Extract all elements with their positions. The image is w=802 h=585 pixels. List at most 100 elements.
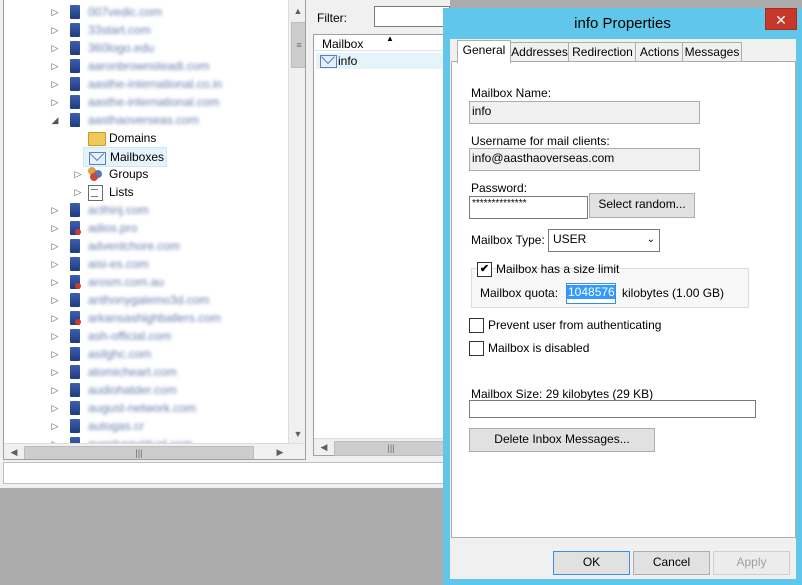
quota-label: Mailbox quota: bbox=[480, 286, 559, 300]
size-limit-checkbox[interactable]: ✔ bbox=[477, 262, 492, 277]
tree-domain-item[interactable]: ▷ 007vedic.com bbox=[4, 3, 287, 21]
expand-icon[interactable]: ▷ bbox=[50, 309, 60, 327]
tree-item-label: Lists bbox=[109, 185, 134, 199]
tree-domain-item[interactable]: ▷ aisi-es.com bbox=[4, 255, 287, 273]
list-hscroll-thumb[interactable]: ||| bbox=[334, 441, 448, 456]
tab-redirection[interactable]: Redirection bbox=[568, 42, 637, 62]
scroll-up-button[interactable]: ▲ bbox=[290, 3, 305, 19]
status-strip bbox=[3, 462, 450, 484]
expand-icon[interactable]: ▷ bbox=[73, 183, 83, 201]
tree-item-lists[interactable]: ▷ Lists bbox=[4, 183, 287, 201]
expand-icon[interactable]: ▷ bbox=[50, 381, 60, 399]
scroll-left-button[interactable]: ◀ bbox=[6, 444, 22, 459]
tree-domain-item[interactable]: ▷ ash-official.com bbox=[4, 327, 287, 345]
expand-icon[interactable]: ▷ bbox=[50, 345, 60, 363]
tab-general[interactable]: General bbox=[457, 40, 511, 63]
select-random-button[interactable]: Select random... bbox=[589, 193, 695, 218]
tree-domain-item[interactable]: ▷ anthonygalemo3d.com bbox=[4, 291, 287, 309]
tree-horizontal-scrollbar[interactable]: ◀ ||| ▶ bbox=[4, 443, 305, 459]
quota-field[interactable]: 1048576 bbox=[566, 283, 616, 304]
tree-domain-item[interactable]: ▷ arosm.com.au bbox=[4, 273, 287, 291]
expand-icon[interactable]: ▷ bbox=[50, 219, 60, 237]
cancel-button[interactable]: Cancel bbox=[633, 551, 710, 575]
prevent-auth-checkbox[interactable] bbox=[469, 318, 484, 333]
expand-icon[interactable]: ▷ bbox=[50, 57, 60, 75]
expand-icon[interactable]: ▷ bbox=[50, 417, 60, 435]
domain-tree-panel: ▷ 007vedic.com ▷ 33start.com ▷ 360logo.edu ▷ aa… bbox=[3, 0, 306, 460]
mailbox-type-select[interactable]: USER ⌄ bbox=[548, 229, 660, 252]
list-scroll-left-button[interactable]: ◀ bbox=[316, 439, 332, 455]
tree-domain-item[interactable]: ▷ august-network.com bbox=[4, 399, 287, 417]
apply-button[interactable]: Apply bbox=[713, 551, 790, 575]
tree-domain-item[interactable]: ▷ 360logo.edu bbox=[4, 39, 287, 57]
tree-domain-item[interactable]: ▷ 33start.com bbox=[4, 21, 287, 39]
domain-icon bbox=[70, 383, 80, 397]
ok-button[interactable]: OK bbox=[553, 551, 630, 575]
filter-input[interactable] bbox=[374, 6, 450, 27]
mailbox-type-value: USER bbox=[553, 232, 587, 246]
tab-addresses[interactable]: Addresses bbox=[509, 42, 570, 62]
tree-domain-item[interactable]: ▷ adios.pro bbox=[4, 219, 287, 237]
list-hgrip-icon: ||| bbox=[387, 443, 395, 453]
tree-item-mailboxes[interactable]: Mailboxes bbox=[83, 147, 167, 167]
expand-icon[interactable]: ▷ bbox=[50, 39, 60, 57]
delete-inbox-button[interactable]: Delete Inbox Messages... bbox=[469, 428, 655, 452]
tree-domain-label: audiohatder.com bbox=[88, 383, 177, 397]
tree-domain-item[interactable]: ▷ aaronbrownsteadi.com bbox=[4, 57, 287, 75]
expand-icon[interactable]: ▷ bbox=[50, 363, 60, 381]
quota-value: 1048576 bbox=[567, 285, 615, 299]
scroll-thumb[interactable]: ≡ bbox=[291, 22, 305, 68]
tree-domain-label: ash-official.com bbox=[88, 329, 172, 343]
tree-domain-item[interactable]: ▷ autogas.cr bbox=[4, 417, 287, 435]
expand-icon[interactable]: ▷ bbox=[50, 327, 60, 345]
domain-icon bbox=[70, 293, 80, 307]
tree-domain-label: aaronbrownsteadi.com bbox=[88, 59, 210, 73]
prevent-auth-label: Prevent user from authenticating bbox=[488, 318, 662, 332]
list-item[interactable]: info bbox=[316, 53, 449, 69]
expand-icon[interactable]: ▷ bbox=[50, 75, 60, 93]
expand-icon[interactable]: ▷ bbox=[50, 3, 60, 21]
scroll-down-button[interactable]: ▼ bbox=[290, 426, 305, 442]
grip-icon: ≡ bbox=[296, 40, 302, 50]
domain-icon bbox=[70, 203, 80, 217]
domain-icon bbox=[70, 5, 80, 19]
expand-icon[interactable]: ▷ bbox=[50, 255, 60, 273]
list-item-label: info bbox=[338, 54, 358, 68]
tree-item-domains[interactable]: Domains bbox=[4, 129, 287, 147]
domain-icon bbox=[70, 95, 80, 109]
mailbox-icon bbox=[320, 55, 337, 68]
tree-domain-item[interactable]: ▷ aasthe-international.co.in bbox=[4, 75, 287, 93]
collapse-icon[interactable]: ◢ bbox=[50, 111, 60, 129]
expand-icon[interactable]: ▷ bbox=[50, 201, 60, 219]
tree-domain-item[interactable]: ▷ adventchore.com bbox=[4, 237, 287, 255]
hscroll-thumb[interactable]: ||| bbox=[24, 446, 254, 459]
list-horizontal-scrollbar[interactable]: ◀ ||| bbox=[314, 438, 449, 456]
password-field[interactable]: ************** bbox=[469, 196, 588, 219]
tree-item-groups[interactable]: ▷ Groups bbox=[4, 165, 287, 183]
expand-icon[interactable]: ▷ bbox=[50, 21, 60, 39]
expand-icon[interactable]: ▷ bbox=[50, 237, 60, 255]
tree-domain-item[interactable]: ▷ asilghc.com bbox=[4, 345, 287, 363]
tree-vertical-scrollbar[interactable]: ▲ ≡ ▼ bbox=[288, 0, 305, 443]
domain-icon bbox=[70, 239, 80, 253]
expand-icon[interactable]: ▷ bbox=[73, 165, 83, 183]
tree-domain-item[interactable]: ▷ audiohatder.com bbox=[4, 381, 287, 399]
tree-domain-item[interactable]: ▷ arkansashighballers.com bbox=[4, 309, 287, 327]
expand-icon[interactable]: ▷ bbox=[50, 273, 60, 291]
mailbox-disabled-checkbox[interactable] bbox=[469, 341, 484, 356]
tree-domain-item[interactable]: ▷ atomicheart.com bbox=[4, 363, 287, 381]
tree-domain-item[interactable]: ◢ aasthaoverseas.com bbox=[4, 111, 287, 129]
tree-domain-label: arkansashighballers.com bbox=[88, 311, 221, 325]
tab-messages[interactable]: Messages bbox=[682, 42, 742, 62]
domain-icon bbox=[70, 419, 80, 433]
mailbox-list[interactable]: Mailbox ▲ info ◀ ||| bbox=[313, 34, 450, 456]
expand-icon[interactable]: ▷ bbox=[50, 93, 60, 111]
expand-icon[interactable]: ▷ bbox=[50, 399, 60, 417]
scroll-right-button[interactable]: ▶ bbox=[272, 444, 288, 459]
tree-domain-item[interactable]: ▷ acthinj.com bbox=[4, 201, 287, 219]
column-header-mailbox[interactable]: Mailbox ▲ bbox=[314, 34, 449, 51]
tree-domain-item[interactable]: ▷ aasthe-international.com bbox=[4, 93, 287, 111]
tab-actions[interactable]: Actions bbox=[635, 42, 684, 62]
expand-icon[interactable]: ▷ bbox=[50, 291, 60, 309]
close-button[interactable]: ✕ bbox=[765, 8, 797, 30]
